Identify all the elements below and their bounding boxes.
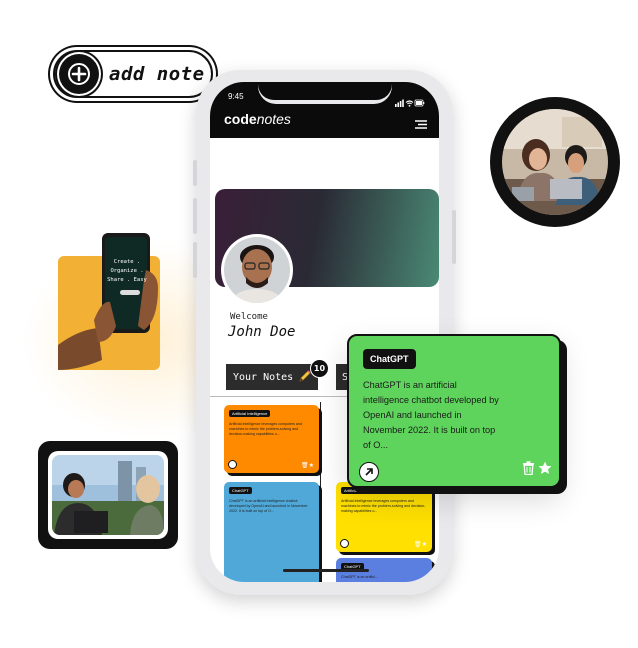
note-actions: 🗑★ bbox=[301, 462, 314, 469]
avatar[interactable] bbox=[221, 234, 293, 306]
phone-side-button bbox=[193, 160, 197, 186]
note-text: Artificial intelligence leverages comput… bbox=[229, 422, 302, 437]
star-icon[interactable]: ★ bbox=[309, 462, 314, 469]
trash-icon[interactable]: 🗑 bbox=[301, 462, 309, 469]
wifi-icon bbox=[405, 100, 414, 107]
add-note-button[interactable]: add note bbox=[53, 50, 213, 98]
phone-volume-up-button bbox=[193, 198, 197, 234]
group-photo-frame bbox=[38, 441, 178, 549]
phone-screen: 9:45 codenotes Welcome John Doe Your Not… bbox=[210, 82, 439, 582]
battery-icon bbox=[414, 99, 425, 107]
app-header: 9:45 codenotes bbox=[210, 82, 439, 138]
featured-note-tag: ChatGPT bbox=[363, 349, 416, 369]
your-notes-button[interactable]: Your Notes bbox=[226, 364, 318, 390]
plus-icon bbox=[59, 54, 99, 94]
hand-phone-text: Create . Organize . Share . Easy bbox=[107, 259, 147, 283]
welcome-label: Welcome bbox=[230, 312, 268, 322]
star-icon[interactable]: ★ bbox=[422, 541, 427, 548]
note-card[interactable]: Artificial Intelligence Artificial intel… bbox=[224, 405, 319, 473]
note-text: ChatGPT is an artificial intelligence ch… bbox=[229, 499, 308, 514]
trash-icon[interactable] bbox=[522, 460, 535, 479]
trash-icon[interactable]: 🗑 bbox=[414, 541, 422, 548]
arrow-up-right-icon[interactable] bbox=[228, 460, 237, 469]
note-card[interactable]: ChatGPT ChatGPT is an artificial intelli… bbox=[224, 482, 319, 582]
note-tag: Artificial Intelligence bbox=[229, 410, 271, 417]
phone-mockup: 9:45 codenotes Welcome John Doe Your Not… bbox=[193, 70, 456, 595]
note-text: ChatGPT is an artifici... bbox=[341, 575, 378, 579]
brand-bold-text: code bbox=[224, 111, 257, 127]
home-indicator bbox=[283, 569, 369, 572]
featured-note-text: ChatGPT is an artificial intelligence ch… bbox=[363, 380, 499, 450]
star-icon[interactable] bbox=[538, 460, 552, 479]
brand-light-text: notes bbox=[256, 111, 291, 127]
signal-icon bbox=[395, 99, 404, 107]
add-note-label: add note bbox=[109, 63, 205, 85]
menu-icon[interactable] bbox=[415, 114, 427, 133]
phone-power-button bbox=[452, 210, 456, 264]
phone-volume-down-button bbox=[193, 242, 197, 278]
note-tag: ChatGPT bbox=[229, 487, 252, 494]
status-icons bbox=[395, 92, 425, 111]
featured-note-card[interactable]: ChatGPT ChatGPT is an artificial intelli… bbox=[347, 334, 561, 488]
phone-notch bbox=[258, 82, 392, 104]
notes-count-badge: 10 bbox=[310, 359, 329, 378]
app-logo[interactable]: codenotes bbox=[224, 111, 291, 127]
notes-column-divider bbox=[320, 402, 321, 582]
note-card[interactable]: Artificial Intelligence Artificial intel… bbox=[336, 482, 432, 552]
your-notes-label: Your Notes bbox=[233, 371, 294, 383]
hand-phone-illustration bbox=[58, 233, 158, 370]
note-actions: 🗑★ bbox=[414, 541, 427, 548]
note-tag: Artificial Intelligence bbox=[341, 487, 383, 494]
arrow-up-right-icon[interactable] bbox=[359, 462, 379, 482]
user-name: John Doe bbox=[228, 324, 296, 340]
status-time: 9:45 bbox=[228, 92, 244, 101]
team-photo-circle bbox=[490, 97, 620, 227]
arrow-up-right-icon[interactable] bbox=[340, 539, 349, 548]
note-text: Artificial intelligence leverages comput… bbox=[341, 499, 426, 514]
